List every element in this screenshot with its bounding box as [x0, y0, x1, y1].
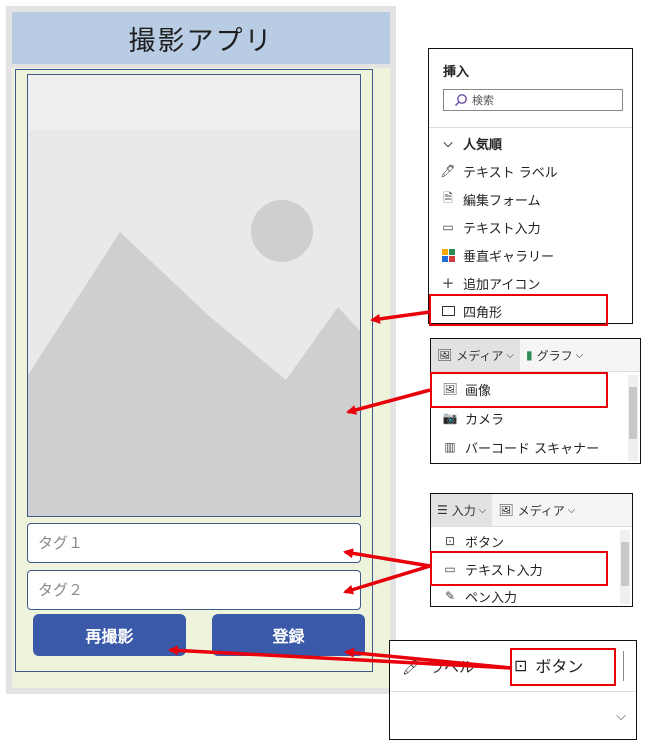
arrow-tag2 — [343, 564, 431, 595]
arrow-retake — [168, 645, 513, 670]
annotation-arrows — [168, 310, 513, 670]
arrow-rectangle — [370, 310, 431, 324]
arrow-tag1 — [343, 548, 431, 568]
arrow-image — [346, 388, 431, 415]
